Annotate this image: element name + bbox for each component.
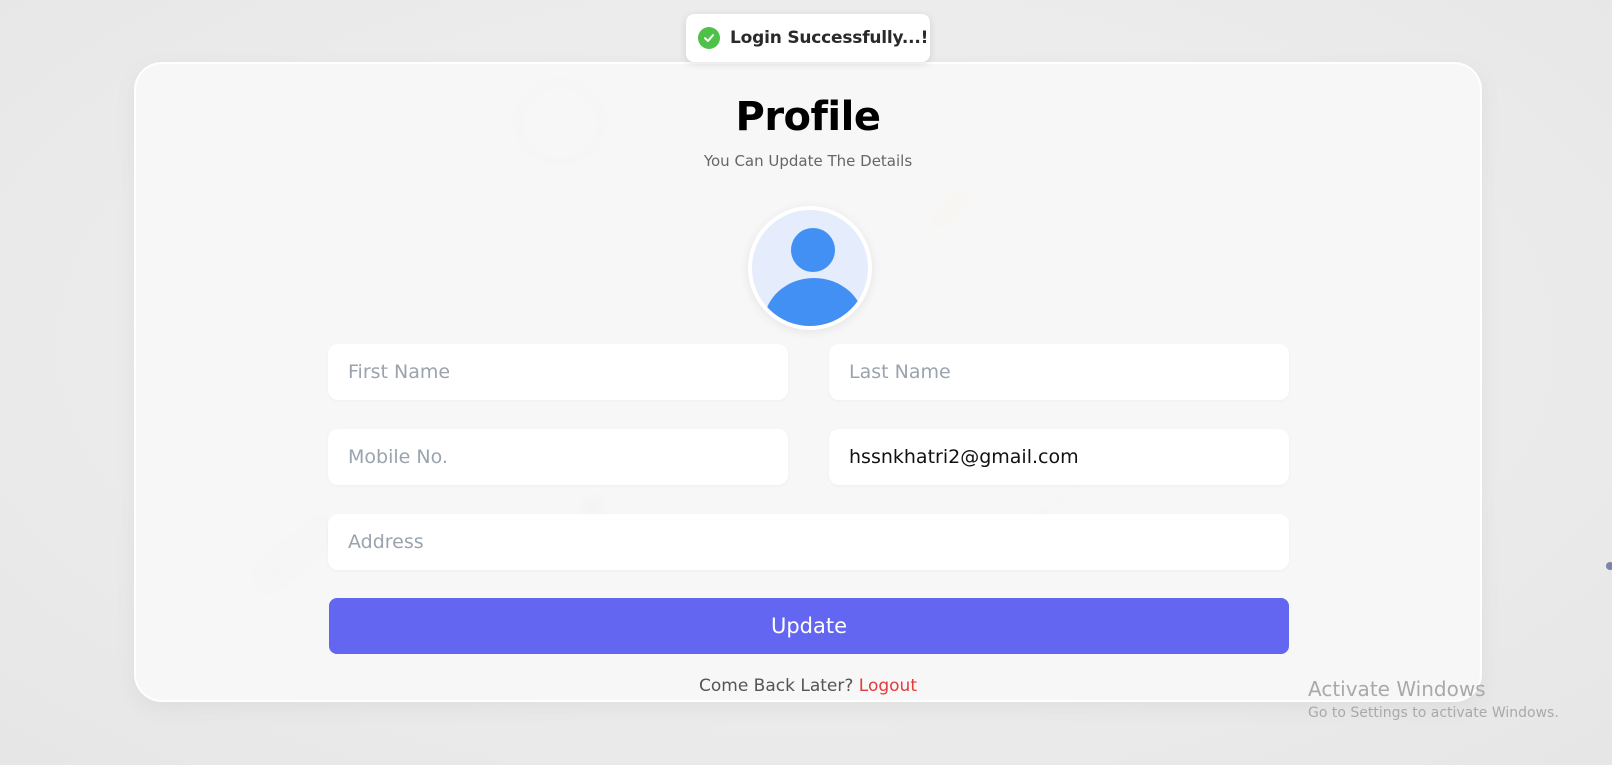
come-back-text: Come Back Later? xyxy=(698,676,859,696)
logout-link[interactable]: Logout xyxy=(859,676,917,696)
edge-dot xyxy=(1606,562,1612,570)
watermark-title: Activate Windows xyxy=(1308,677,1486,701)
email-input[interactable] xyxy=(829,429,1289,485)
profile-card: Profile You Can Update The Details Updat… xyxy=(134,62,1482,702)
check-circle-icon xyxy=(698,27,720,49)
watermark-subtitle: Go to Settings to activate Windows. xyxy=(1308,705,1559,721)
avatar-head xyxy=(791,228,835,272)
page-title: Profile xyxy=(735,94,881,140)
avatar-body xyxy=(764,278,864,326)
last-name-input[interactable] xyxy=(829,344,1289,400)
avatar[interactable] xyxy=(748,206,872,330)
address-input[interactable] xyxy=(328,514,1289,570)
login-success-toast: Login Successfully...! xyxy=(686,14,930,62)
mobile-input[interactable] xyxy=(328,429,788,485)
toast-message: Login Successfully...! xyxy=(730,28,929,48)
update-button[interactable]: Update xyxy=(329,598,1289,654)
footer-line: Come Back Later? Logout xyxy=(136,676,1480,696)
activate-windows-watermark: Activate Windows Go to Settings to activ… xyxy=(1308,677,1559,721)
page-subtitle: You Can Update The Details xyxy=(703,152,913,170)
first-name-input[interactable] xyxy=(328,344,788,400)
